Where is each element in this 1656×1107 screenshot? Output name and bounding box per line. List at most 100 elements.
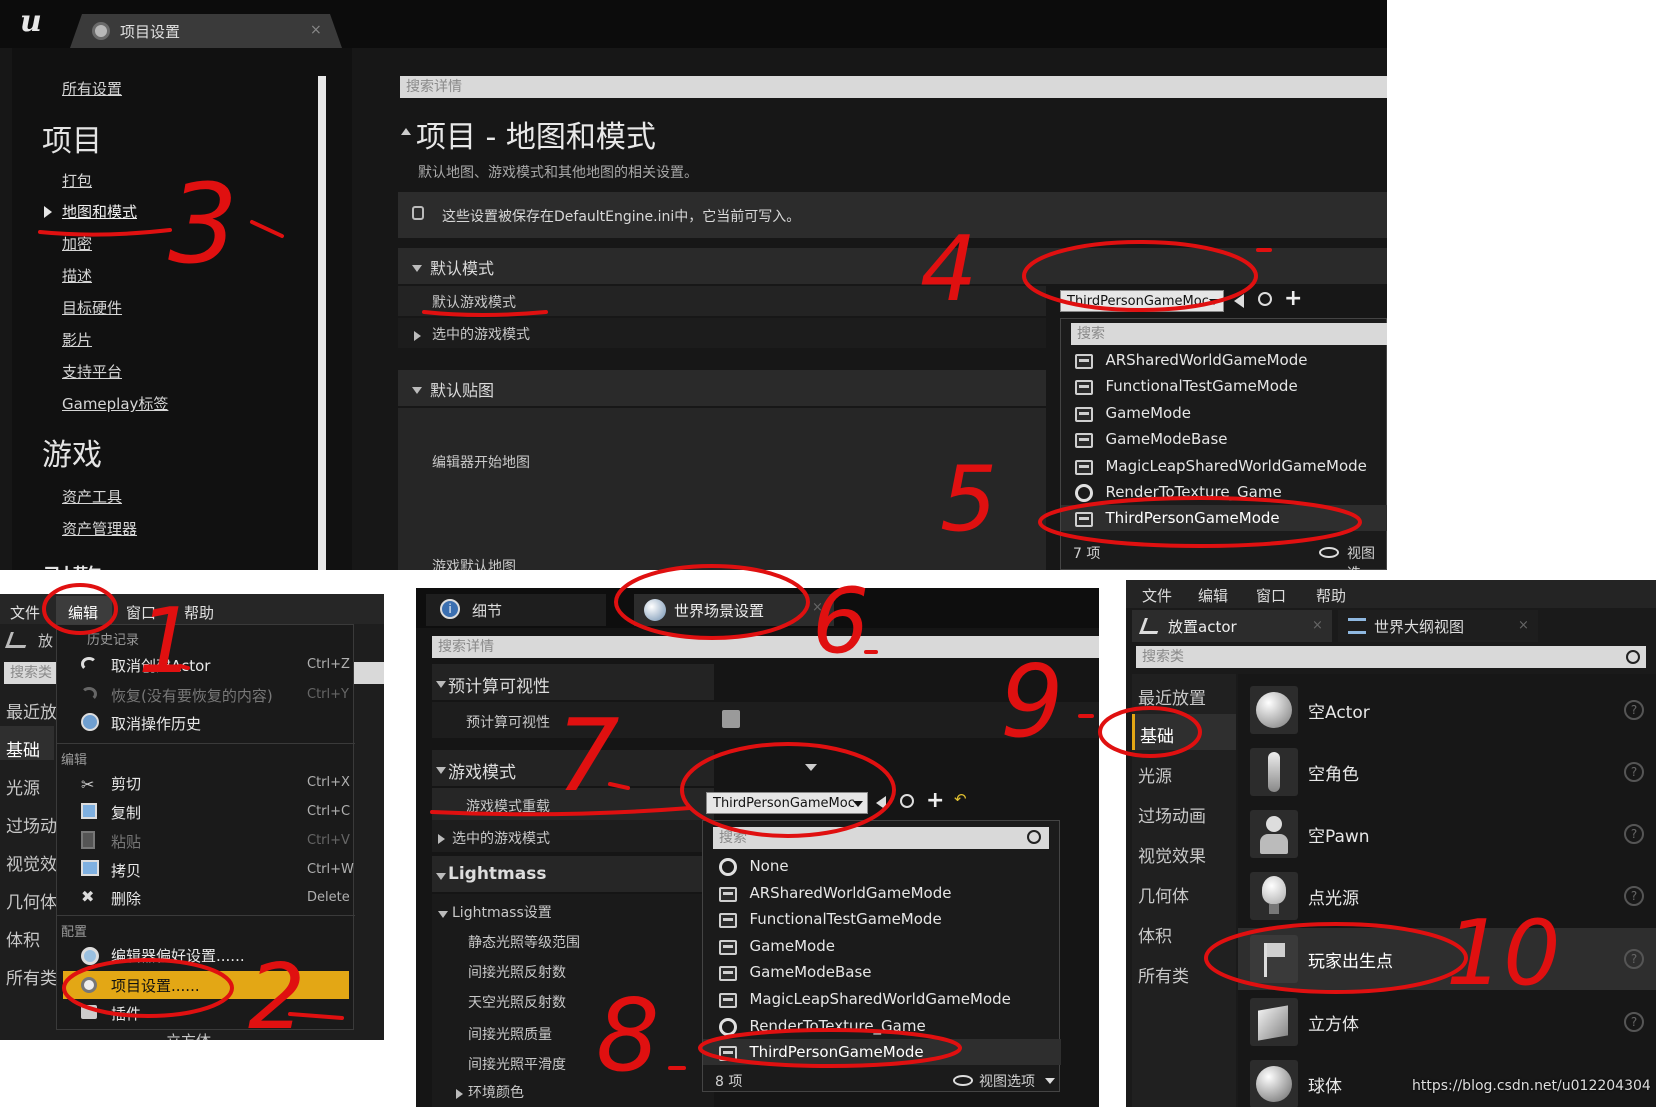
lightmass-settings-row[interactable]: Lightmass设置 静态光照等级范围 间接光照反射数 天空光照反射数 间接光… <box>432 894 714 1107</box>
sidebar-item-all-settings[interactable]: 所有设置 <box>62 78 122 99</box>
eye-icon[interactable] <box>953 1075 973 1086</box>
sidebar-item-supported-platforms[interactable]: 支持平台 <box>62 361 122 382</box>
reset-icon[interactable]: ↶ <box>954 790 967 808</box>
menu-item-project-settings[interactable] <box>63 971 349 999</box>
settings-search-input[interactable]: 搜索详情 <box>400 76 1387 98</box>
list-item-highlighted[interactable]: 玩家出生点 ? <box>1238 928 1656 990</box>
list-item[interactable]: GameMode <box>719 937 835 955</box>
dropdown-search-input[interactable]: 搜索 <box>713 827 1049 849</box>
partial-category[interactable]: 几何体 <box>6 888 57 913</box>
view-options-button[interactable]: 视图选项 <box>979 1071 1035 1091</box>
category-volumes[interactable]: 体积 <box>1138 922 1172 947</box>
list-item-selected[interactable]: ThirdPersonGameMode <box>719 1043 924 1061</box>
menu-item-delete[interactable]: 删除 <box>111 888 141 909</box>
sidebar-item-asset-tools[interactable]: 资产工具 <box>62 486 122 507</box>
help-icon[interactable]: ? <box>1624 886 1644 906</box>
class-search-input[interactable]: 搜索类 <box>1136 646 1646 668</box>
help-icon[interactable]: ? <box>1624 762 1644 782</box>
collapse-handle-icon[interactable] <box>805 764 817 771</box>
menu-file[interactable]: 文件 <box>1142 585 1172 606</box>
category-recent[interactable]: 最近放置 <box>1138 684 1206 709</box>
sidebar-item-description[interactable]: 描述 <box>62 265 92 286</box>
sidebar-item-gameplay-tags[interactable]: Gameplay标签 <box>62 393 168 414</box>
close-icon[interactable]: × <box>310 22 322 38</box>
list-item[interactable]: 空Pawn ? <box>1238 804 1656 864</box>
back-arrow-icon[interactable] <box>1234 294 1244 308</box>
help-icon[interactable]: ? <box>1624 949 1644 969</box>
list-item[interactable]: GameModeBase <box>1075 430 1228 448</box>
category-all-classes[interactable]: 所有类 <box>1138 962 1189 987</box>
menu-item-editor-preferences[interactable]: 编辑器偏好设置...... <box>111 945 245 966</box>
world-search-input[interactable]: 搜索详情 <box>432 636 1099 658</box>
menu-window[interactable]: 窗口 <box>1256 585 1286 606</box>
menu-item-cut[interactable]: 剪切 <box>111 773 141 794</box>
search-icon[interactable] <box>1258 292 1272 306</box>
list-item[interactable]: MagicLeapSharedWorldGameMode <box>719 990 1011 1008</box>
menu-item-undo[interactable]: 取消创建Actor <box>111 655 210 676</box>
sidebar-item-encryption[interactable]: 加密 <box>62 233 92 254</box>
sidebar-item-asset-manager[interactable]: 资产管理器 <box>62 518 137 539</box>
menu-item-undo-history[interactable]: 取消操作历史 <box>111 713 201 734</box>
sidebar-item-movies[interactable]: 影片 <box>62 329 92 350</box>
list-item[interactable]: FunctionalTestGameMode <box>719 910 942 928</box>
group-lightmass-header[interactable]: Lightmass <box>432 856 714 892</box>
menu-item-duplicate[interactable]: 拷贝 <box>111 860 141 881</box>
list-item[interactable]: MagicLeapSharedWorldGameMode <box>1075 457 1367 475</box>
game-mode-override-combo[interactable]: ThirdPersonGameMoc <box>706 792 868 814</box>
close-icon[interactable]: × <box>812 600 823 615</box>
tab-details[interactable]: i 细节 <box>426 594 606 626</box>
view-options-button[interactable]: 视图选 <box>1347 543 1386 570</box>
partial-category[interactable]: 体积 <box>6 926 40 951</box>
category-lights[interactable]: 光源 <box>1138 762 1172 787</box>
row-selected-game-mode[interactable]: 选中的游戏模式 <box>398 318 1046 348</box>
search-icon[interactable] <box>900 794 914 808</box>
list-item[interactable]: RenderToTexture_Game <box>1075 483 1282 502</box>
close-icon[interactable]: × <box>1312 618 1323 633</box>
tab-place-actor[interactable]: 放置actor × <box>1132 610 1332 642</box>
eye-icon[interactable] <box>1319 547 1339 558</box>
sidebar-item-target-hardware[interactable]: 目标硬件 <box>62 297 122 318</box>
add-icon[interactable]: + <box>1284 286 1302 311</box>
category-visual-effects[interactable]: 视觉效果 <box>1138 842 1206 867</box>
partial-category[interactable]: 视觉效 <box>6 850 57 875</box>
default-game-mode-combo[interactable]: ThirdPersonGameMoc <box>1060 290 1224 312</box>
list-item[interactable]: 空Actor ? <box>1238 680 1656 740</box>
back-arrow-icon[interactable] <box>876 796 886 810</box>
partial-category[interactable]: 所有类 <box>6 964 57 989</box>
list-item[interactable]: None <box>719 857 789 876</box>
menu-help[interactable]: 帮助 <box>184 602 214 623</box>
help-icon[interactable]: ? <box>1624 700 1644 720</box>
sidebar-item-packaging[interactable]: 打包 <box>62 170 92 191</box>
group-precomputed-header[interactable]: 预计算可视性 <box>432 664 714 700</box>
list-item[interactable]: ARSharedWorldGameMode <box>719 884 951 902</box>
sidebar-scrollbar[interactable] <box>318 76 326 570</box>
group-default-maps-header[interactable]: 默认贴图 <box>398 370 1046 406</box>
sidebar-item-maps-modes[interactable]: 地图和模式 <box>62 201 137 222</box>
category-geometry[interactable]: 几何体 <box>1138 882 1189 907</box>
tab-project-settings[interactable]: 项目设置 × <box>70 14 342 48</box>
help-icon[interactable]: ? <box>1624 824 1644 844</box>
list-item[interactable]: 空角色 ? <box>1238 742 1656 802</box>
menu-item-copy[interactable]: 复制 <box>111 802 141 823</box>
list-item[interactable]: GameMode <box>1075 404 1191 422</box>
list-item[interactable]: GameModeBase <box>719 963 872 981</box>
group-default-modes-header[interactable]: 默认模式 <box>398 248 1387 284</box>
partial-category[interactable]: 最近放 <box>6 698 57 723</box>
dropdown-search-input[interactable]: 搜索 <box>1071 323 1387 345</box>
partial-category[interactable]: 过场动 <box>6 812 57 837</box>
group-game-mode-header[interactable]: 游戏模式 <box>432 750 714 786</box>
list-item[interactable]: ARSharedWorldGameMode <box>1075 351 1307 369</box>
list-item[interactable]: 点光源 ? <box>1238 866 1656 926</box>
list-item-selected[interactable]: ThirdPersonGameMode <box>1075 509 1280 527</box>
help-icon[interactable]: ? <box>1624 1012 1644 1032</box>
menu-help[interactable]: 帮助 <box>1316 585 1346 606</box>
menu-file[interactable]: 文件 <box>10 602 40 623</box>
close-icon[interactable]: × <box>1518 618 1529 633</box>
row-selected-game-mode[interactable]: 选中的游戏模式 <box>432 820 714 852</box>
list-item[interactable]: 立方体 ? <box>1238 992 1656 1052</box>
menu-edit[interactable]: 编辑 <box>1198 585 1228 606</box>
add-icon[interactable]: + <box>926 788 944 813</box>
list-item[interactable]: RenderToTexture_Game <box>719 1017 926 1036</box>
category-cinematic[interactable]: 过场动画 <box>1138 802 1206 827</box>
menu-window[interactable]: 窗口 <box>126 602 156 623</box>
